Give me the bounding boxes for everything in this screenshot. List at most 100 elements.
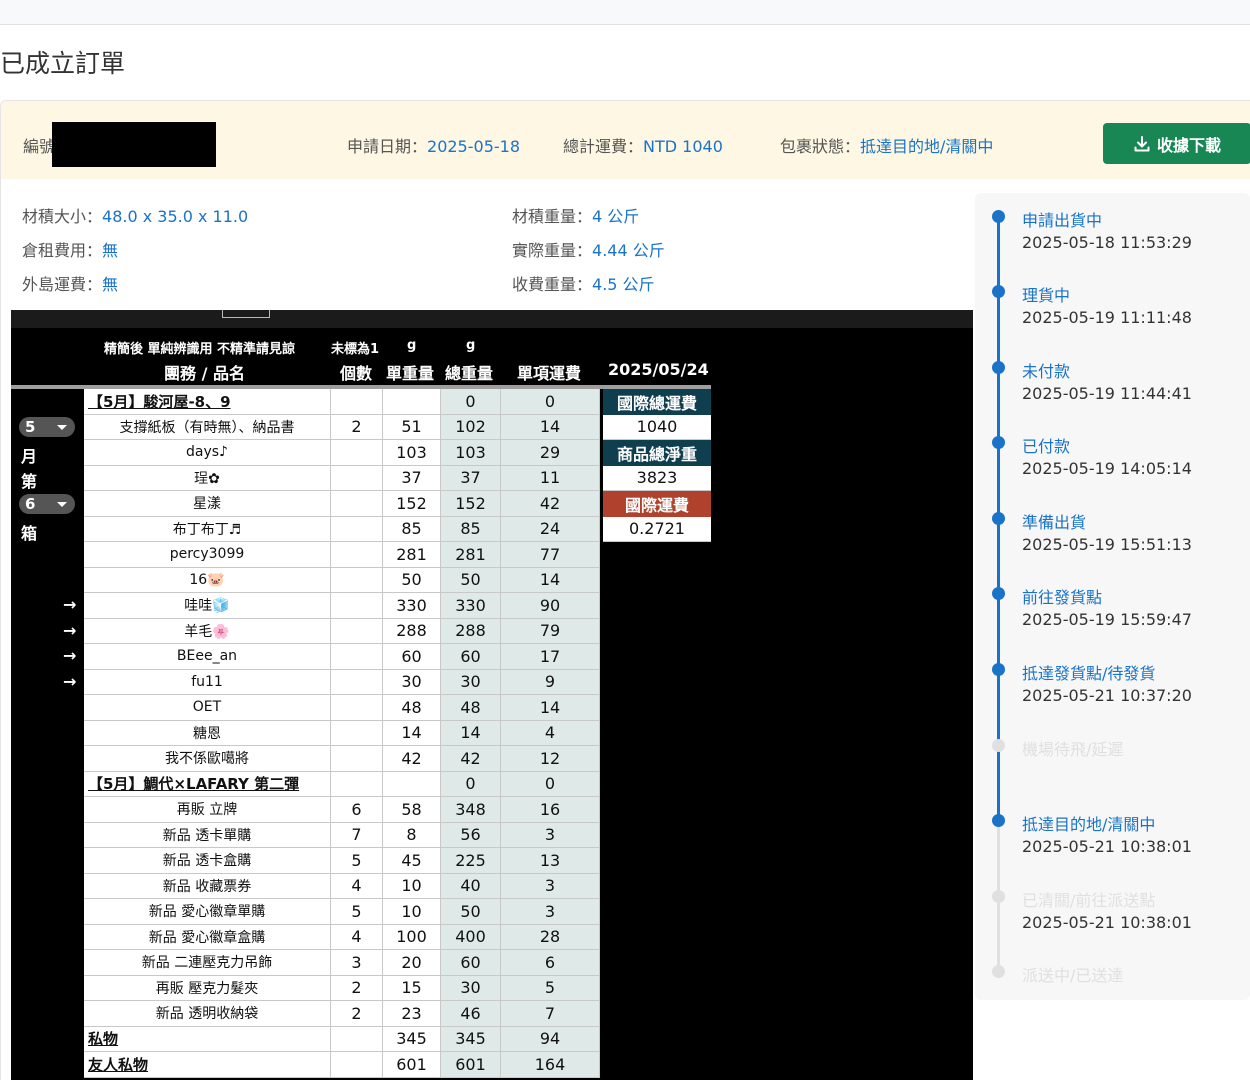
cell-qty <box>331 593 383 619</box>
actual-weight: 實際重量：4.44 公斤 <box>512 241 665 260</box>
cell-fee: 4 <box>501 720 600 746</box>
cell-unit: 45 <box>383 848 441 874</box>
table-row: days♪ 103 103 29 <box>84 440 600 466</box>
cell-total: 50 <box>441 899 501 925</box>
timeline-step-label: 理貨中 <box>1022 286 1071 305</box>
timeline-step-time: 2025-05-21 10:38:01 <box>1022 837 1192 856</box>
download-icon <box>1134 135 1150 151</box>
cell-total: 56 <box>441 822 501 848</box>
cell-name: 支撐紙板（有時無）、納品書 <box>84 414 331 440</box>
cell-name: 羊毛🌸 <box>84 618 331 644</box>
cell-fee: 11 <box>501 465 600 491</box>
table-row: 【5月】鯛代×LAFARY 第二彈 0 0 <box>84 771 600 797</box>
table-row: 羊毛🌸 288 288 79 <box>84 618 600 644</box>
cell-unit: 330 <box>383 593 441 619</box>
box-select[interactable]: 6 <box>19 494 75 514</box>
sheet-unit-g: g <box>407 338 417 353</box>
cell-fee: 42 <box>501 491 600 517</box>
cell-qty <box>331 516 383 542</box>
timeline-step-label: 機場待飛/延遲 <box>1022 740 1124 759</box>
cell-qty <box>331 389 383 415</box>
cell-qty: 7 <box>331 822 383 848</box>
cell-fee: 28 <box>501 924 600 950</box>
shipping-sheet-image: 精簡後 單純辨識用 不精準請見諒 未標為1 g g 團務 / 品名 個數 單重量… <box>11 310 973 1080</box>
timeline-step-label: 準備出貨 <box>1022 513 1087 532</box>
cell-name: days♪ <box>84 440 331 466</box>
table-row: 支撐紙板（有時無）、納品書 2 51 102 14 <box>84 414 600 440</box>
table-row: 新品 愛心徽章盒購 4 100 400 28 <box>84 924 600 950</box>
cell-fee: 94 <box>501 1026 600 1052</box>
volume-weight: 材積重量：4 公斤 <box>512 207 640 226</box>
cell-total: 288 <box>441 618 501 644</box>
summary-cell: 0.2721 <box>603 516 711 542</box>
cell-unit: 85 <box>383 516 441 542</box>
cell-fee: 24 <box>501 516 600 542</box>
sheet-top-strip <box>11 310 973 328</box>
table-row: 星漾 152 152 42 <box>84 491 600 517</box>
cell-total: 42 <box>441 746 501 772</box>
cell-unit: 48 <box>383 695 441 721</box>
receipt-download-label: 收據下載 <box>1156 135 1221 155</box>
cell-name: 布丁布丁♬ <box>84 516 331 542</box>
cell-fee: 9 <box>501 669 600 695</box>
cell-unit: 60 <box>383 644 441 670</box>
cell-unit: 30 <box>383 669 441 695</box>
cell-qty <box>331 720 383 746</box>
cell-name: 再販 壓克力髮夾 <box>84 975 331 1001</box>
summary-cell: 3823 <box>603 465 711 491</box>
timeline-dot <box>992 361 1005 374</box>
cell-unit: 288 <box>383 618 441 644</box>
cell-name: fu11 <box>84 669 331 695</box>
table-row: 布丁布丁♬ 85 85 24 <box>84 516 600 542</box>
table-row: percy3099 281 281 77 <box>84 542 600 568</box>
receipt-download-button[interactable]: 收據下載 <box>1103 123 1250 164</box>
sheet-total-g: g <box>466 338 476 353</box>
cell-total: 103 <box>441 440 501 466</box>
cell-qty <box>331 1026 383 1052</box>
timeline-step-time: 2025-05-18 11:53:29 <box>1022 233 1192 252</box>
cell-qty: 4 <box>331 924 383 950</box>
cell-total: 0 <box>441 389 501 415</box>
cell-total: 46 <box>441 1001 501 1027</box>
table-row: 新品 透卡盒購 5 45 225 13 <box>84 848 600 874</box>
cell-total: 85 <box>441 516 501 542</box>
cell-qty <box>331 440 383 466</box>
cell-qty: 2 <box>331 414 383 440</box>
cell-qty <box>331 695 383 721</box>
cell-fee: 7 <box>501 1001 600 1027</box>
cell-name: 新品 愛心徽章盒購 <box>84 924 331 950</box>
row-arrow-icon: → <box>63 646 77 665</box>
table-row: fu11 30 30 9 <box>84 669 600 695</box>
row-arrow-icon: → <box>63 620 77 640</box>
timeline-dot <box>992 739 1005 752</box>
cell-fee: 77 <box>501 542 600 568</box>
table-row: 16🐷 50 50 14 <box>84 567 600 593</box>
cell-qty <box>331 1052 383 1078</box>
cell-name: 友人私物 <box>84 1052 331 1078</box>
timeline-line-progress <box>997 745 1000 825</box>
summary-cell: 1040 <box>603 414 711 440</box>
cell-unit: 10 <box>383 899 441 925</box>
cell-fee: 90 <box>501 593 600 619</box>
cell-name: 星漾 <box>84 491 331 517</box>
timeline-step-label: 已清關/前往派送點 <box>1022 891 1156 910</box>
summary-cell: 國際總運費 <box>603 389 711 415</box>
cell-qty: 2 <box>331 975 383 1001</box>
cell-fee: 14 <box>501 567 600 593</box>
cell-unit: 15 <box>383 975 441 1001</box>
order-id-label: 編號 <box>23 137 56 156</box>
cell-fee: 17 <box>501 644 600 670</box>
cell-name: 【5月】鯛代×LAFARY 第二彈 <box>84 771 331 797</box>
cell-name: 新品 收藏票券 <box>84 873 331 899</box>
cell-total: 102 <box>441 414 501 440</box>
timeline-dot <box>992 814 1005 827</box>
chevron-down-icon <box>57 425 67 430</box>
cell-total: 281 <box>441 542 501 568</box>
cell-fee: 0 <box>501 771 600 797</box>
cell-name: percy3099 <box>84 542 331 568</box>
cell-total: 14 <box>441 720 501 746</box>
cell-name: BEee_an <box>84 644 331 670</box>
summary-cell: 國際運費 <box>603 491 711 517</box>
month-select[interactable]: 5 <box>19 417 75 437</box>
chevron-down-icon <box>57 502 67 507</box>
